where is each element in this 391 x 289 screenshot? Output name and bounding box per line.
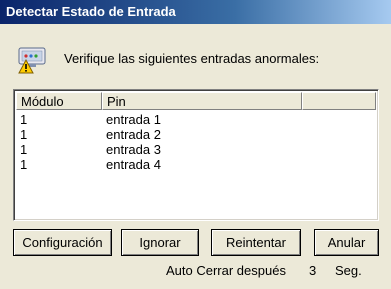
table-row[interactable]: 1 entrada 3 bbox=[16, 142, 376, 157]
retry-button[interactable]: Reintentar bbox=[211, 229, 301, 256]
cell-pin: entrada 2 bbox=[106, 127, 161, 142]
list-body: 1 entrada 1 1 entrada 2 1 entrada 3 1 en… bbox=[16, 112, 376, 172]
cell-modulo: 1 bbox=[20, 157, 28, 172]
table-row[interactable]: 1 entrada 2 bbox=[16, 127, 376, 142]
table-row[interactable]: 1 entrada 4 bbox=[16, 157, 376, 172]
window-title: Detectar Estado de Entrada bbox=[6, 4, 176, 19]
auto-close-unit: Seg. bbox=[335, 263, 362, 278]
cell-modulo: 1 bbox=[20, 142, 28, 157]
column-header-empty[interactable] bbox=[302, 92, 376, 110]
message-text: Verifique las siguientes entradas anorma… bbox=[64, 51, 320, 66]
list-header: Módulo Pin bbox=[16, 92, 376, 110]
cell-modulo: 1 bbox=[20, 127, 28, 142]
column-header-pin[interactable]: Pin bbox=[102, 92, 302, 110]
cell-pin: entrada 1 bbox=[106, 112, 161, 127]
cell-modulo: 1 bbox=[20, 112, 28, 127]
title-bar[interactable]: Detectar Estado de Entrada bbox=[0, 0, 391, 24]
ignore-button[interactable]: Ignorar bbox=[121, 229, 199, 256]
cell-pin: entrada 3 bbox=[106, 142, 161, 157]
dialog-window: Detectar Estado de Entrada Verifique las… bbox=[0, 0, 391, 289]
auto-close-bar: Auto Cerrar después 3 Seg. bbox=[0, 260, 391, 281]
table-row[interactable]: 1 entrada 1 bbox=[16, 112, 376, 127]
auto-close-countdown: 3 bbox=[309, 263, 317, 278]
input-warning-icon bbox=[16, 42, 48, 74]
cell-pin: entrada 4 bbox=[106, 157, 161, 172]
auto-close-label: Auto Cerrar después bbox=[166, 263, 286, 278]
column-header-modulo[interactable]: Módulo bbox=[16, 92, 102, 110]
cancel-button[interactable]: Anular bbox=[314, 229, 379, 256]
abnormal-inputs-list[interactable]: Módulo Pin 1 entrada 1 1 entrada 2 1 ent… bbox=[13, 89, 379, 221]
configuration-button[interactable]: Configuración bbox=[13, 229, 112, 256]
